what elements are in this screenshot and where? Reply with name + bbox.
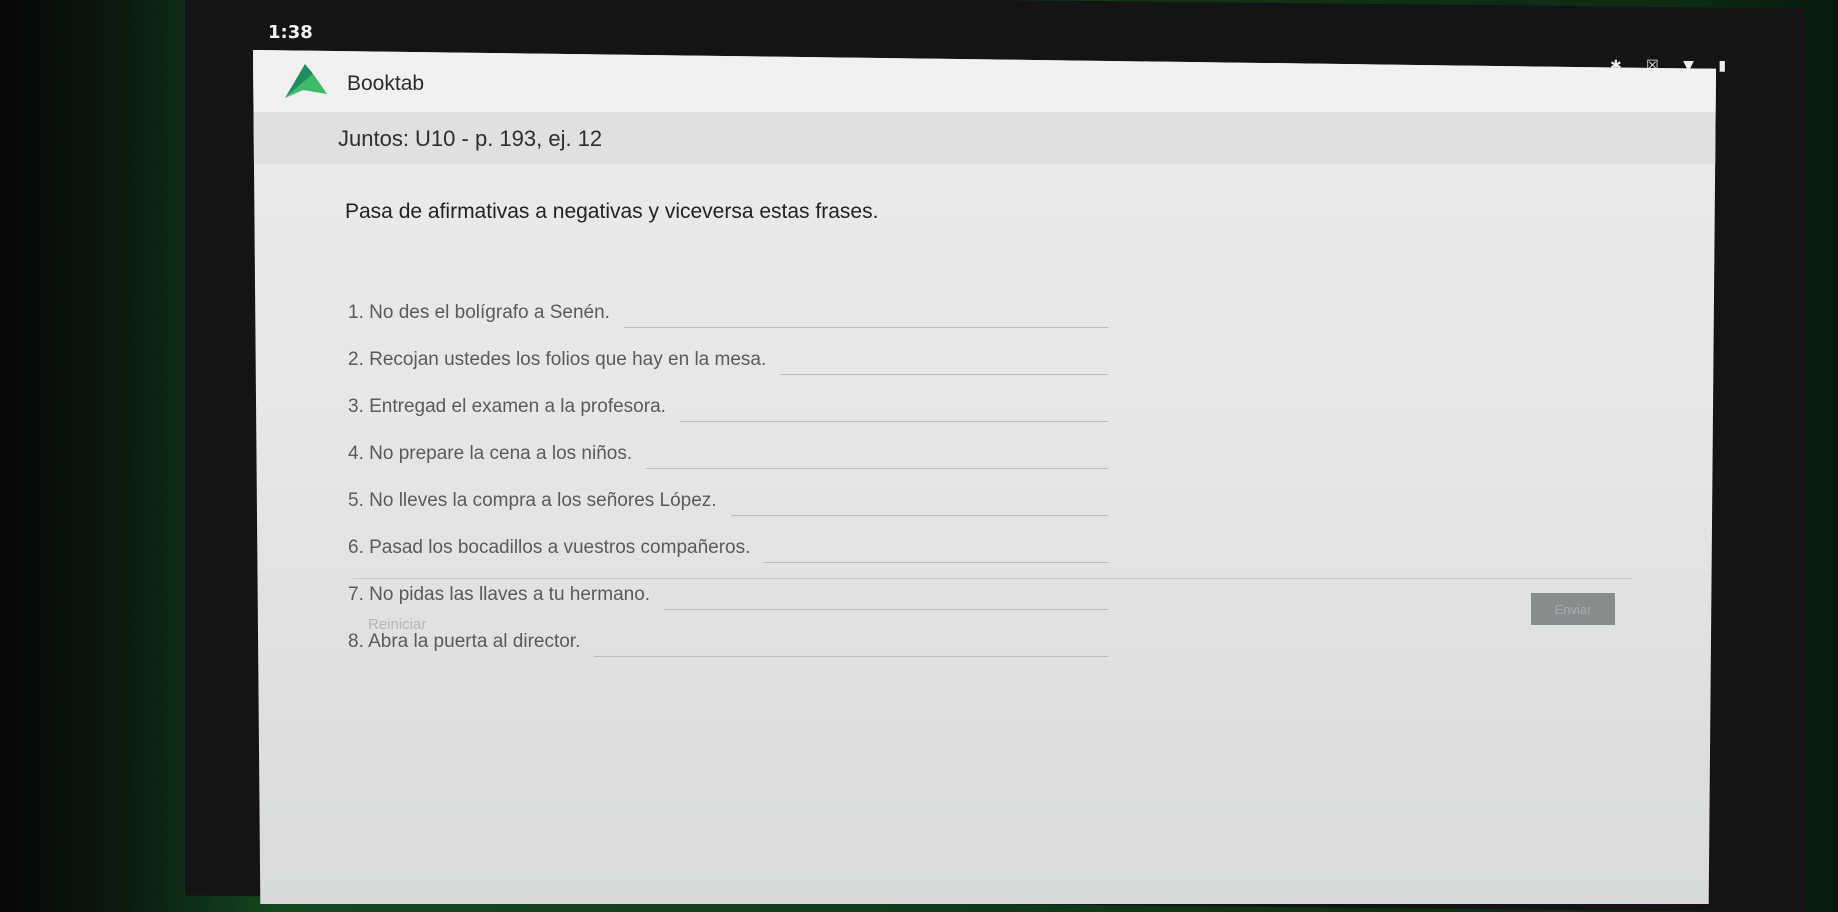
item-text: 3. Entregad el examen a la profesora. — [348, 396, 666, 417]
item-text: 7. No pidas las llaves a tu hermano. — [348, 584, 651, 605]
answer-input-6[interactable] — [764, 562, 1108, 563]
answer-input-2[interactable] — [780, 374, 1108, 375]
answer-input-1[interactable] — [623, 327, 1108, 328]
exercise-instruction: Pasa de afirmativas a negativas y viceve… — [345, 200, 879, 223]
item-text: 6. Pasad los bocadillos a vuestros compa… — [348, 537, 751, 558]
item-text: 5. No lleves la compra a los señores Lóp… — [348, 490, 717, 511]
answer-input-3[interactable] — [679, 421, 1108, 422]
exercise-item-6: 6. Pasad los bocadillos a vuestros compa… — [348, 525, 1108, 565]
answer-input-4[interactable] — [646, 468, 1108, 469]
app-screen: Booktab Juntos: U10 - p. 193, ej. 12 Pas… — [253, 50, 1716, 904]
exercise-header: Juntos: U10 - p. 193, ej. 12 — [253, 112, 1716, 164]
submit-button[interactable]: Enviar — [1531, 593, 1615, 625]
actions-divider — [353, 578, 1633, 579]
item-text: 1. No des el bolígrafo a Senén. — [348, 302, 610, 323]
exercise-item-8: 8. Abra la puerta al director. — [348, 619, 1108, 659]
item-text: 2. Recojan ustedes los folios que hay en… — [348, 349, 767, 370]
exercise-item-2: 2. Recojan ustedes los folios que hay en… — [348, 337, 1108, 377]
answer-input-7[interactable] — [664, 609, 1108, 610]
exercise-title: Juntos: U10 - p. 193, ej. 12 — [338, 126, 603, 151]
app-title: Booktab — [347, 72, 425, 95]
reset-button[interactable]: Reiniciar — [368, 616, 426, 633]
answer-input-8[interactable] — [594, 656, 1108, 657]
answer-input-5[interactable] — [730, 515, 1108, 516]
item-text: 8. Abra la puerta al director. — [348, 631, 581, 652]
booktab-logo-icon — [285, 64, 327, 98]
exercise-item-5: 5. No lleves la compra a los señores Lóp… — [348, 478, 1108, 518]
exercise-item-4: 4. No prepare la cena a los niños. — [348, 431, 1108, 471]
exercise-item-1: 1. No des el bolígrafo a Senén. — [348, 290, 1108, 330]
item-text: 4. No prepare la cena a los niños. — [348, 443, 633, 464]
status-time: 1:38 — [268, 22, 313, 43]
exercise-item-3: 3. Entregad el examen a la profesora. — [348, 384, 1108, 424]
exercise-items: 1. No des el bolígrafo a Senén. 2. Recoj… — [348, 290, 1108, 666]
